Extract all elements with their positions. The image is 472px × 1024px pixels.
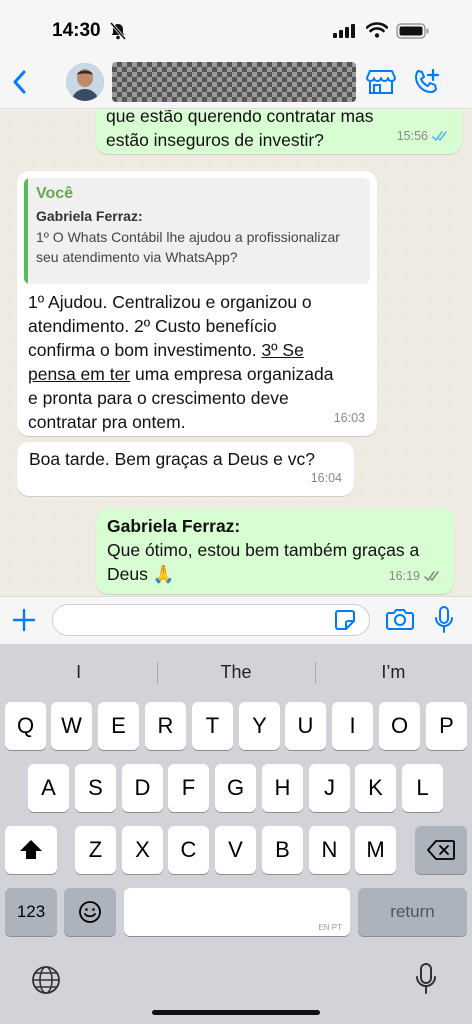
message-sender-name: Gabriela Ferraz: <box>107 516 241 536</box>
keyboard: I The I’m Q W E R T Y U I O P A S D F G … <box>0 644 472 1024</box>
space-language-hint: EN PT <box>318 923 342 932</box>
emoji-key[interactable] <box>64 888 116 936</box>
delivered-ticks-icon <box>424 570 439 581</box>
add-call-icon[interactable] <box>412 68 440 96</box>
key-d[interactable]: D <box>122 764 163 812</box>
delete-key[interactable] <box>415 826 467 874</box>
key-b[interactable]: B <box>262 826 303 874</box>
key-z[interactable]: Z <box>75 826 116 874</box>
quoted-message[interactable]: Você Gabriela Ferraz: 1º O Whats Contábi… <box>24 178 370 284</box>
key-m[interactable]: M <box>355 826 396 874</box>
message-bubble-incoming[interactable]: Boa tarde. Bem graças a Deus e vc? 16:04 <box>17 442 354 496</box>
key-s[interactable]: S <box>75 764 116 812</box>
return-key[interactable]: return <box>358 888 467 936</box>
key-u[interactable]: U <box>285 702 326 750</box>
status-bar: 14:30 <box>0 0 472 56</box>
backspace-icon <box>427 840 455 860</box>
message-bubble-outgoing[interactable]: Gabriela Ferraz: Que ótimo, estou bem ta… <box>96 508 454 594</box>
message-time: 16:04 <box>310 471 342 485</box>
key-k[interactable]: K <box>355 764 396 812</box>
key-e[interactable]: E <box>98 702 139 750</box>
key-f[interactable]: F <box>168 764 209 812</box>
message-text: 1º Ajudou. Centralizou e organizou o ate… <box>28 292 334 432</box>
key-i[interactable]: I <box>332 702 373 750</box>
status-time: 14:30 <box>52 20 101 41</box>
key-y[interactable]: Y <box>239 702 280 750</box>
key-a[interactable]: A <box>28 764 69 812</box>
avatar[interactable] <box>66 63 104 101</box>
shift-arrow-icon <box>20 840 42 859</box>
contact-name-redacted[interactable] <box>112 62 356 102</box>
suggestion-3[interactable]: I’m <box>314 652 472 692</box>
message-time: 16:03 <box>333 411 365 425</box>
numbers-key[interactable]: 123 <box>5 888 57 936</box>
quote-name: Gabriela Ferraz: <box>36 208 143 224</box>
sticker-icon[interactable] <box>334 609 356 631</box>
avatar-photo-icon <box>66 63 104 101</box>
key-c[interactable]: C <box>168 826 209 874</box>
cellular-signal-icon <box>333 24 355 38</box>
shift-key[interactable] <box>5 826 57 874</box>
home-indicator[interactable] <box>152 1010 320 1015</box>
key-p[interactable]: P <box>426 702 467 750</box>
microphone-icon[interactable] <box>434 606 454 634</box>
key-q[interactable]: Q <box>5 702 46 750</box>
dictation-mic-icon[interactable] <box>414 962 438 996</box>
quote-text: 1º O Whats Contábil lhe ajudou a profiss… <box>36 229 340 265</box>
globe-icon[interactable] <box>30 964 62 996</box>
message-meta: 16:04 <box>311 466 342 490</box>
key-t[interactable]: T <box>192 702 233 750</box>
read-ticks-icon <box>432 130 447 141</box>
chat-header <box>0 56 472 109</box>
space-key[interactable]: EN PT <box>124 888 350 936</box>
bell-slash-icon <box>110 22 126 40</box>
key-o[interactable]: O <box>379 702 420 750</box>
message-text: que estão querendo contratar mas estão i… <box>106 110 374 150</box>
key-n[interactable]: N <box>309 826 350 874</box>
key-r[interactable]: R <box>145 702 186 750</box>
chat-messages-area[interactable]: que estão querendo contratar mas estão i… <box>0 110 472 596</box>
key-g[interactable]: G <box>215 764 256 812</box>
message-input-bar <box>0 596 472 644</box>
autocomplete-bar: I The I’m <box>0 652 472 692</box>
wifi-icon <box>366 22 388 38</box>
message-text: Boa tarde. Bem graças a Deus e vc? <box>29 449 315 469</box>
message-time: 15:56 <box>396 129 428 143</box>
key-h[interactable]: H <box>262 764 303 812</box>
key-j[interactable]: J <box>309 764 350 812</box>
key-x[interactable]: X <box>122 826 163 874</box>
quote-author: Você <box>36 185 74 202</box>
emoji-icon <box>79 901 101 923</box>
catalog-store-icon[interactable] <box>366 69 396 95</box>
key-v[interactable]: V <box>215 826 256 874</box>
camera-icon[interactable] <box>386 607 414 631</box>
message-meta: 16:19 <box>389 564 442 588</box>
message-meta: 15:56 <box>397 124 450 148</box>
message-time: 16:19 <box>388 569 420 583</box>
message-bubble-outgoing[interactable]: que estão querendo contratar mas estão i… <box>96 110 462 154</box>
message-meta: 16:03 <box>334 406 365 430</box>
message-input[interactable] <box>52 604 370 636</box>
message-bubble-incoming-reply[interactable]: Você Gabriela Ferraz: 1º O Whats Contábi… <box>17 171 377 436</box>
suggestion-1[interactable]: I <box>0 652 157 692</box>
battery-icon <box>396 23 429 39</box>
attach-plus-icon[interactable] <box>12 608 36 632</box>
back-chevron-icon[interactable] <box>12 70 28 94</box>
key-w[interactable]: W <box>51 702 92 750</box>
key-l[interactable]: L <box>402 764 443 812</box>
suggestion-2[interactable]: The <box>157 652 314 692</box>
